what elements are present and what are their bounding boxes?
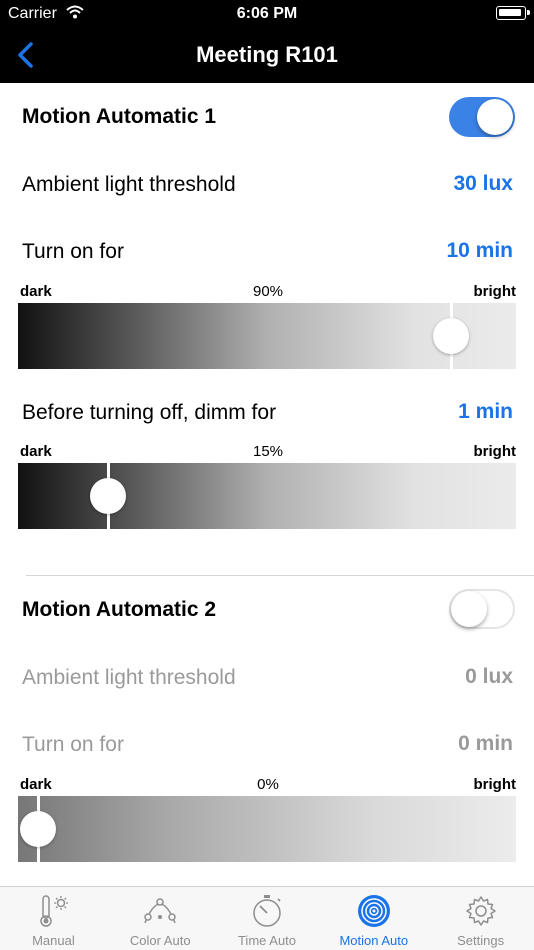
- slider-thumb[interactable]: [90, 478, 126, 514]
- motion-sensor-icon: [357, 895, 390, 927]
- motion1-turnon-row[interactable]: Turn on for 10 min: [0, 219, 534, 285]
- motion2-threshold-row[interactable]: Ambient light threshold 0 lux: [0, 646, 534, 712]
- slider1-labels: dark 90% bright: [20, 283, 516, 301]
- motion2-turnon-row[interactable]: Turn on for 0 min: [0, 712, 534, 778]
- motion2-toggle[interactable]: [449, 589, 515, 629]
- tab-manual[interactable]: Manual: [0, 887, 107, 950]
- tab-label: Motion Auto: [339, 933, 409, 948]
- slider-percent-label: 0%: [257, 776, 279, 793]
- slider-percent-label: 15%: [252, 443, 284, 460]
- turn-on-label: Turn on for: [22, 240, 124, 263]
- toggle-knob: [451, 591, 487, 627]
- slider-bright-label: bright: [473, 776, 517, 793]
- motion2-title: Motion Automatic 2: [22, 598, 217, 621]
- dimm-slider[interactable]: [18, 463, 516, 529]
- turn-on-value[interactable]: 10 min: [446, 239, 513, 263]
- threshold-label: Ambient light threshold: [22, 173, 236, 196]
- dimm-label: Before turning off, dimm for: [22, 401, 277, 424]
- navigation-bar: Meeting R101: [0, 28, 534, 83]
- gear-icon: [465, 896, 496, 926]
- brightness-slider-1[interactable]: [18, 303, 516, 369]
- motion1-header: Motion Automatic 1: [0, 83, 534, 153]
- tab-label: Time Auto: [237, 933, 297, 948]
- slider3-labels: dark 0% bright: [20, 776, 516, 794]
- color-curve-icon: [144, 898, 176, 924]
- slider-bright-label: bright: [473, 443, 517, 460]
- content-scroll[interactable]: Motion Automatic 1 Ambient light thresho…: [0, 83, 534, 886]
- thermometer-sun-icon: [40, 895, 69, 927]
- slider-bright-label: bright: [473, 283, 517, 300]
- tab-label: Color Auto: [129, 933, 191, 948]
- tab-time-auto[interactable]: Time Auto: [214, 887, 321, 950]
- motion1-threshold-row[interactable]: Ambient light threshold 30 lux: [0, 153, 534, 219]
- stopwatch-icon: [253, 895, 281, 927]
- tab-motion-auto[interactable]: Motion Auto: [320, 887, 427, 950]
- threshold-value[interactable]: 0 lux: [465, 665, 513, 689]
- motion2-header: Motion Automatic 2: [0, 576, 534, 646]
- threshold-value[interactable]: 30 lux: [453, 172, 513, 196]
- page-title: Meeting R101: [196, 42, 338, 67]
- tab-bar: Manual Color Auto Time Auto Motion Auto: [0, 886, 534, 950]
- motion1-dimm-row[interactable]: Before turning off, dimm for 1 min: [0, 381, 534, 441]
- slider-thumb[interactable]: [433, 318, 469, 354]
- battery-icon: [496, 6, 530, 20]
- slider-percent-label: 90%: [252, 283, 284, 300]
- tab-label: Settings: [457, 933, 505, 948]
- motion1-title: Motion Automatic 1: [22, 105, 217, 128]
- turn-on-label: Turn on for: [22, 733, 124, 756]
- turn-on-value[interactable]: 0 min: [458, 732, 513, 756]
- motion1-toggle[interactable]: [449, 97, 515, 137]
- tab-color-auto[interactable]: Color Auto: [107, 887, 214, 950]
- threshold-label: Ambient light threshold: [22, 666, 236, 689]
- brightness-slider-2[interactable]: [18, 796, 516, 862]
- slider-thumb[interactable]: [20, 811, 56, 847]
- dimm-value[interactable]: 1 min: [458, 400, 513, 424]
- status-bar: Carrier 6:06 PM: [0, 0, 534, 28]
- tab-label: Manual: [32, 933, 75, 948]
- slider2-labels: dark 15% bright: [20, 443, 516, 461]
- clock: 6:06 PM: [236, 5, 298, 22]
- toggle-knob: [477, 99, 513, 135]
- tab-settings[interactable]: Settings: [427, 887, 534, 950]
